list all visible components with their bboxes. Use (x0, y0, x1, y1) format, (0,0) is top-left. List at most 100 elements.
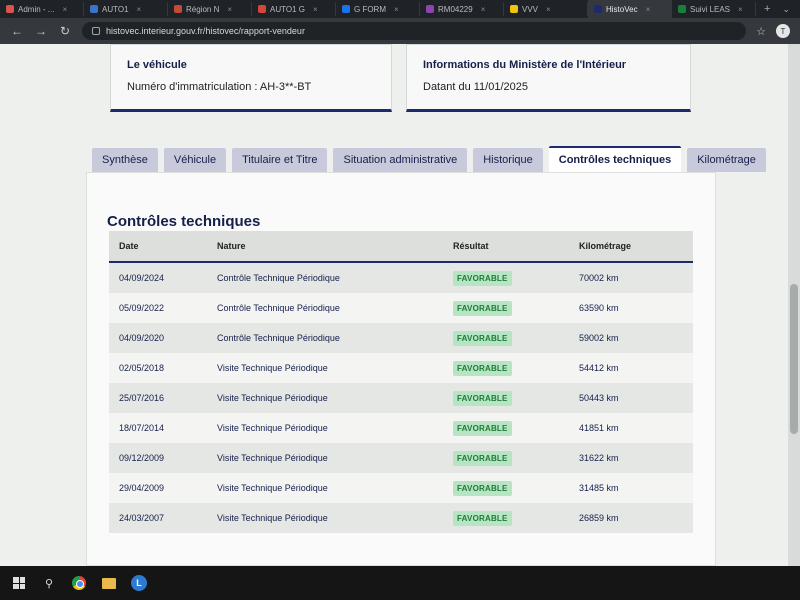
technical-inspections-table: Date Nature Résultat Kilométrage 04/09/2… (109, 231, 693, 533)
tab-6[interactable]: Kilométrage (687, 148, 766, 172)
profile-avatar[interactable]: T (776, 24, 790, 38)
cell-nature: Contrôle Technique Périodique (217, 273, 340, 283)
search-icon[interactable]: ⚲ (38, 572, 60, 594)
table-row: 25/07/2016 Visite Technique Périodique FAV… (109, 383, 693, 413)
close-tab-icon[interactable]: × (313, 5, 318, 14)
status-badge: FAVORABLE (453, 450, 512, 466)
browser-tab[interactable]: AUTO1 G × (252, 2, 336, 16)
browser-tab[interactable]: G FORM × (336, 2, 420, 16)
reload-icon[interactable]: ↻ (58, 24, 72, 38)
browser-tab[interactable]: HistoVec × (588, 0, 672, 18)
cell-mileage: 31485 km (579, 483, 619, 493)
cell-date: 02/05/2018 (119, 363, 165, 373)
table-row: 18/07/2014 Visite Technique Périodique FAV… (109, 413, 693, 443)
close-tab-icon[interactable]: × (481, 5, 486, 14)
ministry-card-title: Informations du Ministère de l'Intérieur (423, 59, 627, 71)
browser-tab-label: RM04229 (438, 4, 473, 14)
browser-tab-strip: Admin - ... × AUTO1 × Région N × AUTO1 G × G FOR… (0, 0, 800, 18)
close-tab-icon[interactable]: × (546, 5, 551, 14)
tab-search-icon[interactable]: ⌄ (782, 4, 800, 15)
address-bar[interactable]: histovec.interieur.gouv.fr/histovec/rapp… (82, 22, 747, 40)
table-row: 29/04/2009 Visite Technique Périodique FAV… (109, 473, 693, 503)
tab-5[interactable]: Contrôles techniques (548, 146, 682, 172)
table-row: 02/05/2018 Visite Technique Périodique FAV… (109, 353, 693, 383)
chrome-icon[interactable] (68, 572, 90, 594)
browser-tab-label: Suivi LEAS (690, 4, 731, 14)
report-tabs: Synthèse Véhicule Titulaire et Titre Situat… (92, 146, 766, 172)
scrollbar-thumb[interactable] (790, 284, 798, 434)
header-nature: Nature (217, 241, 246, 251)
tab-2[interactable]: Titulaire et Titre (232, 148, 328, 172)
cell-date: 29/04/2009 (119, 483, 165, 493)
browser-tab[interactable]: Suivi LEAS × (672, 2, 756, 16)
tab-3[interactable]: Situation administrative (333, 148, 468, 172)
windows-start-icon[interactable] (8, 572, 30, 594)
status-badge: FAVORABLE (453, 390, 512, 406)
status-badge: FAVORABLE (453, 420, 512, 436)
close-tab-icon[interactable]: × (646, 5, 651, 14)
cell-nature: Visite Technique Périodique (217, 393, 328, 403)
tab-favicon-icon (6, 5, 14, 13)
close-tab-icon[interactable]: × (62, 5, 67, 14)
content-panel: Contrôles techniques Date Nature Résulta… (86, 172, 716, 566)
browser-tab-label: AUTO1 G (270, 4, 305, 14)
tab-favicon-icon (174, 5, 182, 13)
cell-mileage: 59002 km (579, 333, 619, 343)
cell-mileage: 26859 km (579, 513, 619, 523)
cell-date: 05/09/2022 (119, 303, 165, 313)
cell-result: FAVORABLE (453, 270, 579, 286)
new-tab-button[interactable]: + (756, 3, 778, 15)
cell-mileage: 31622 km (579, 453, 619, 463)
cell-result: FAVORABLE (453, 450, 579, 466)
cell-date: 18/07/2014 (119, 423, 165, 433)
close-tab-icon[interactable]: × (738, 5, 743, 14)
cell-result: FAVORABLE (453, 360, 579, 376)
status-badge: FAVORABLE (453, 300, 512, 316)
browser-tab[interactable]: Région N × (168, 2, 252, 16)
section-title: Contrôles techniques (107, 213, 261, 230)
status-badge: FAVORABLE (453, 510, 512, 526)
vehicle-card: Le véhicule Numéro d'immatriculation : A… (110, 44, 392, 112)
close-tab-icon[interactable]: × (137, 5, 142, 14)
site-info-icon[interactable] (92, 27, 100, 35)
tab-0[interactable]: Synthèse (92, 148, 158, 172)
forward-icon[interactable]: → (34, 24, 48, 38)
tab-favicon-icon (594, 5, 602, 13)
file-explorer-icon[interactable] (98, 572, 120, 594)
ministry-card: Informations du Ministère de l'Intérieur… (406, 44, 691, 112)
browser-tab[interactable]: RM04229 × (420, 2, 504, 16)
status-badge: FAVORABLE (453, 330, 512, 346)
report-date: Datant du 11/01/2025 (423, 81, 528, 93)
tab-1[interactable]: Véhicule (163, 148, 227, 172)
cell-date: 04/09/2020 (119, 333, 165, 343)
address-bar-url: histovec.interieur.gouv.fr/histovec/rapp… (106, 26, 305, 36)
os-taskbar: ⚲ L (0, 566, 800, 600)
browser-tab-label: AUTO1 (102, 4, 129, 14)
cell-date: 25/07/2016 (119, 393, 165, 403)
cell-nature: Contrôle Technique Périodique (217, 333, 340, 343)
cell-nature: Visite Technique Périodique (217, 363, 328, 373)
cell-mileage: 41851 km (579, 423, 619, 433)
browser-tab[interactable]: Admin - ... × (0, 2, 84, 16)
table-row: 04/09/2020 Contrôle Technique Périodique F… (109, 323, 693, 353)
tab-favicon-icon (510, 5, 518, 13)
cell-nature: Visite Technique Périodique (217, 513, 328, 523)
browser-tab[interactable]: VVV × (504, 2, 588, 16)
cell-mileage: 70002 km (579, 273, 619, 283)
tab-favicon-icon (258, 5, 266, 13)
page-scrollbar[interactable] (788, 44, 800, 566)
tab-4[interactable]: Historique (473, 148, 543, 172)
close-tab-icon[interactable]: × (227, 5, 232, 14)
app-l-icon[interactable]: L (128, 572, 150, 594)
cell-result: FAVORABLE (453, 390, 579, 406)
browser-tab-label: Admin - ... (18, 4, 55, 14)
back-icon[interactable]: ← (10, 24, 24, 38)
cell-result: FAVORABLE (453, 420, 579, 436)
browser-tab[interactable]: AUTO1 × (84, 2, 168, 16)
cell-result: FAVORABLE (453, 330, 579, 346)
bookmark-star-icon[interactable]: ☆ (756, 25, 766, 38)
close-tab-icon[interactable]: × (394, 5, 399, 14)
cell-date: 09/12/2009 (119, 453, 165, 463)
browser-tab-label: VVV (522, 4, 539, 14)
table-header: Date Nature Résultat Kilométrage (109, 231, 693, 263)
